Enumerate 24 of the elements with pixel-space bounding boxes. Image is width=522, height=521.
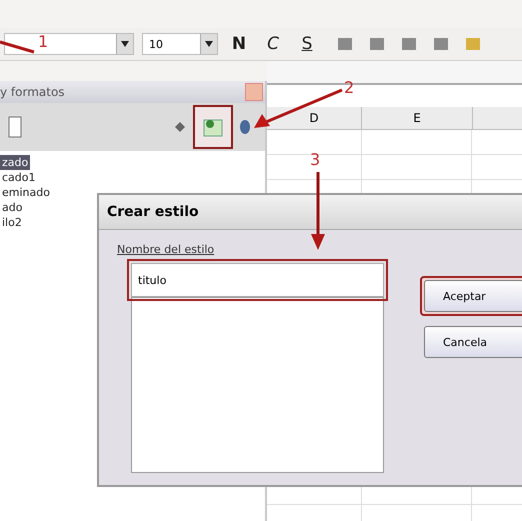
page-icon[interactable] <box>8 116 22 138</box>
panel-title: y formatos <box>0 85 65 99</box>
dropdown-icon[interactable] <box>121 41 129 47</box>
step-number: 3 <box>310 150 320 169</box>
dropdown-icon[interactable] <box>205 41 213 47</box>
font-name-field[interactable] <box>4 33 134 55</box>
font-size-field[interactable]: 10 <box>142 33 218 55</box>
dialog-button[interactable]: Aceptar <box>424 280 522 312</box>
format-button[interactable]: S <box>294 34 320 54</box>
field-label: Nombre del estilo <box>117 243 214 256</box>
column-header[interactable]: E <box>362 107 473 129</box>
style-item[interactable]: ado <box>0 200 24 215</box>
new-style-button[interactable] <box>193 105 233 149</box>
style-item[interactable]: zado <box>0 155 30 170</box>
format-button[interactable]: C <box>260 34 286 54</box>
dialog-button[interactable]: Cancela <box>424 326 522 358</box>
format-button[interactable]: N <box>226 34 252 54</box>
dialog-title: Crear estilo <box>107 204 199 220</box>
step-number: 1 <box>38 32 48 51</box>
style-list[interactable] <box>131 297 384 473</box>
style-item[interactable]: ilo2 <box>0 215 24 230</box>
step-number: 2 <box>344 78 354 97</box>
style-item[interactable]: cado1 <box>0 170 38 185</box>
style-item[interactable]: eminado <box>0 185 52 200</box>
